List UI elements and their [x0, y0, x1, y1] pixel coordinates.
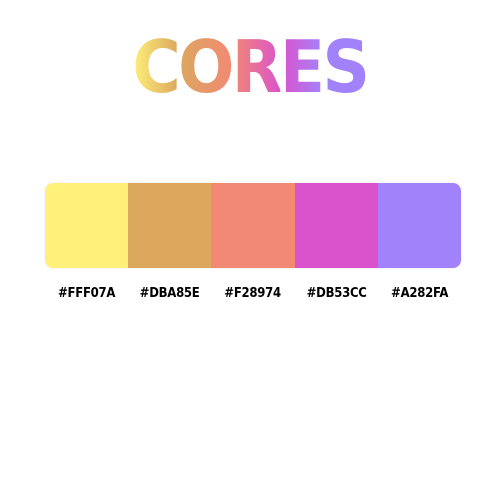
title-letter-o: O	[178, 25, 234, 109]
hex-label-3: #F28974	[224, 286, 282, 301]
title-letter-s: S	[322, 25, 371, 109]
hex-label-4: #DB53CC	[306, 286, 367, 301]
color-swatch-4	[294, 183, 378, 268]
page-title: C O R E S	[132, 25, 371, 109]
title-letter-c: C	[132, 25, 181, 109]
color-swatch-1	[45, 183, 129, 268]
color-swatch-2	[128, 183, 212, 268]
hex-label-5: #A282FA	[390, 286, 448, 301]
color-swatch-5	[377, 183, 461, 268]
title-letter-e: E	[280, 25, 325, 109]
color-palette	[45, 183, 461, 268]
color-swatch-3	[211, 183, 295, 268]
title-container: C O R E S	[0, 22, 500, 112]
hex-label-1: #FFF07A	[57, 286, 116, 301]
hex-label-2: #DBA85E	[139, 286, 200, 301]
title-letter-r: R	[231, 25, 283, 109]
hex-labels: #FFF07A #DBA85E #F28974 #DB53CC #A282FA	[45, 283, 461, 305]
